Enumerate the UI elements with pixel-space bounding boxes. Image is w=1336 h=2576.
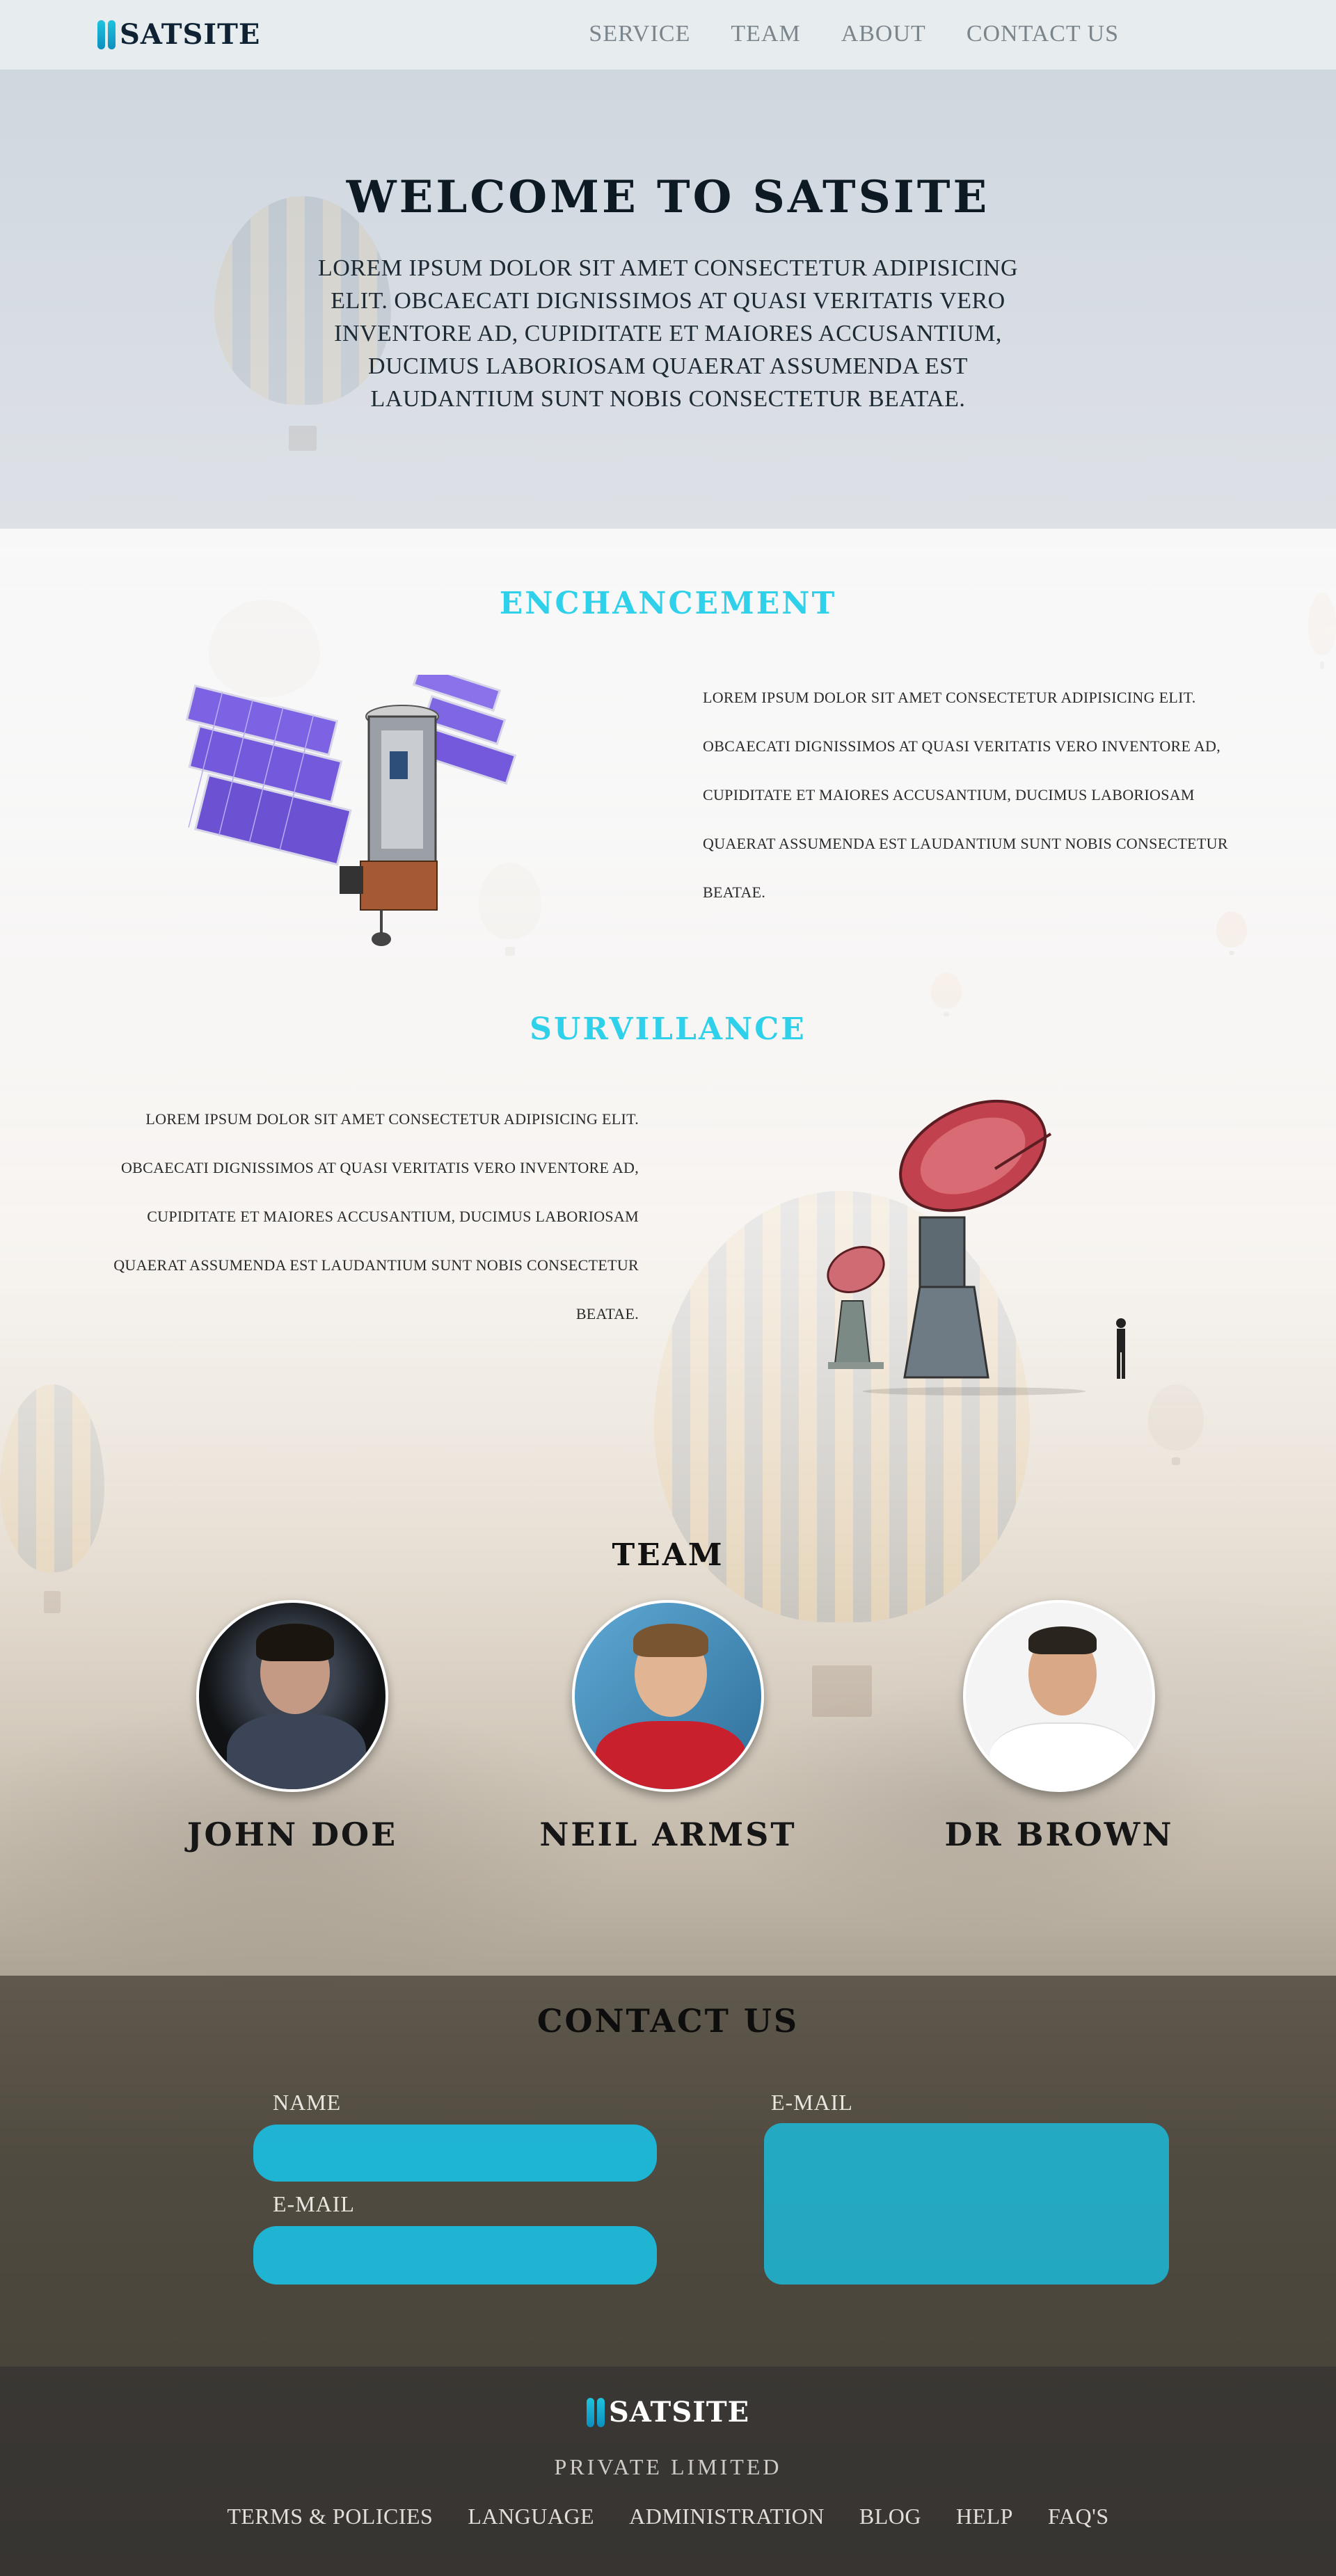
nav-service[interactable]: SERVICE	[589, 21, 690, 47]
team-member-card: DR BROWN	[913, 1600, 1205, 1853]
footer-link-language[interactable]: LANGUAGE	[468, 2504, 594, 2529]
member-name: JOHN DOE	[186, 1816, 398, 1853]
team-title: TEAM	[612, 1537, 724, 1573]
site-footer: SATSITE PRIVATE LIMITED TERMS & POLICIES…	[0, 2367, 1336, 2576]
surveillance-line: OBCAECATI DIGNISSIMOS AT QUASI VERITATIS…	[120, 1159, 639, 1176]
footer-logo-text: SATSITE	[608, 2396, 750, 2429]
footer-links: TERMS & POLICIES LANGUAGE ADMINISTRATION…	[0, 2504, 1336, 2529]
footer-logo[interactable]: SATSITE	[0, 2396, 1336, 2429]
nav-about[interactable]: ABOUT	[841, 21, 926, 47]
hero-section: WELCOME TO SATSITE LOREM IPSUM DOLOR SIT…	[0, 70, 1336, 529]
satellite-dish-image	[827, 1099, 1126, 1395]
member-name: DR BROWN	[944, 1816, 1174, 1853]
nav-team[interactable]: TEAM	[731, 21, 800, 47]
surveillance-line: BEATAE.	[575, 1305, 639, 1322]
surveillance-line: CUPIDITATE ET MAIORES ACCUSANTIUM, DUCIM…	[147, 1208, 639, 1225]
enhancement-line: OBCAECATI DIGNISSIMOS AT QUASI VERITATIS…	[703, 737, 1221, 755]
message-field[interactable]	[764, 2123, 1169, 2285]
surveillance-title: SURVILLANCE	[530, 1011, 806, 1047]
footer-subtitle: PRIVATE LIMITED	[554, 2454, 782, 2479]
enhancement-line: LOREM IPSUM DOLOR SIT AMET CONSECTETUR A…	[703, 689, 1196, 706]
name-field[interactable]	[253, 2125, 657, 2182]
team-member-card: NEIL ARMST	[522, 1600, 814, 1853]
enhancement-title: ENCHANCEMENT	[499, 586, 837, 621]
footer-link-faqs[interactable]: FAQ'S	[1048, 2504, 1109, 2529]
surveillance-line: QUAERAT ASSUMENDA EST LAUDANTIUM SUNT NO…	[113, 1256, 639, 1274]
name-label: NAME	[273, 2090, 342, 2115]
avatar	[963, 1600, 1155, 1792]
footer-link-terms[interactable]: TERMS & POLICIES	[227, 2504, 433, 2529]
email-label: E-MAIL	[273, 2191, 355, 2216]
email-field[interactable]	[253, 2226, 657, 2285]
logo-mark-icon	[97, 19, 116, 49]
contact-section: CONTACT US NAME E-MAIL E-MAIL	[0, 1976, 1336, 2367]
member-name: NEIL ARMST	[539, 1816, 797, 1853]
logo-mark-icon	[586, 2397, 605, 2427]
top-navigation-bar: SATSITE SERVICE TEAM ABOUT CONTACT US	[0, 0, 1336, 70]
footer-link-help[interactable]: HELP	[956, 2504, 1013, 2529]
email-label: E-MAIL	[771, 2090, 853, 2115]
avatar	[572, 1600, 764, 1792]
satellite-image	[185, 675, 517, 946]
enhancement-text: LOREM IPSUM DOLOR SIT AMET CONSECTETUR A…	[703, 673, 1259, 917]
contact-title: CONTACT US	[536, 2002, 800, 2040]
site-logo[interactable]: SATSITE	[97, 18, 260, 51]
surveillance-text: LOREM IPSUM DOLOR SIT AMET CONSECTETUR A…	[84, 1095, 639, 1338]
avatar	[196, 1600, 388, 1792]
enhancement-line: QUAERAT ASSUMENDA EST LAUDANTIUM SUNT NO…	[703, 835, 1228, 852]
surveillance-line: LOREM IPSUM DOLOR SIT AMET CONSECTETUR A…	[145, 1110, 639, 1128]
hero-title: WELCOME TO SATSITE	[346, 171, 990, 223]
footer-link-blog[interactable]: BLOG	[859, 2504, 921, 2529]
enhancement-line: CUPIDITATE ET MAIORES ACCUSANTIUM, DUCIM…	[703, 786, 1195, 803]
logo-text: SATSITE	[120, 18, 261, 51]
enhancement-line: BEATAE.	[703, 883, 766, 901]
footer-link-administration[interactable]: ADMINISTRATION	[629, 2504, 825, 2529]
hero-text: LOREM IPSUM DOLOR SIT AMET CONSECTETUR A…	[317, 255, 1019, 412]
team-member-card: JOHN DOE	[146, 1600, 438, 1853]
main-nav: SERVICE TEAM ABOUT CONTACT US	[589, 21, 1119, 47]
nav-contact-us[interactable]: CONTACT US	[967, 21, 1119, 47]
